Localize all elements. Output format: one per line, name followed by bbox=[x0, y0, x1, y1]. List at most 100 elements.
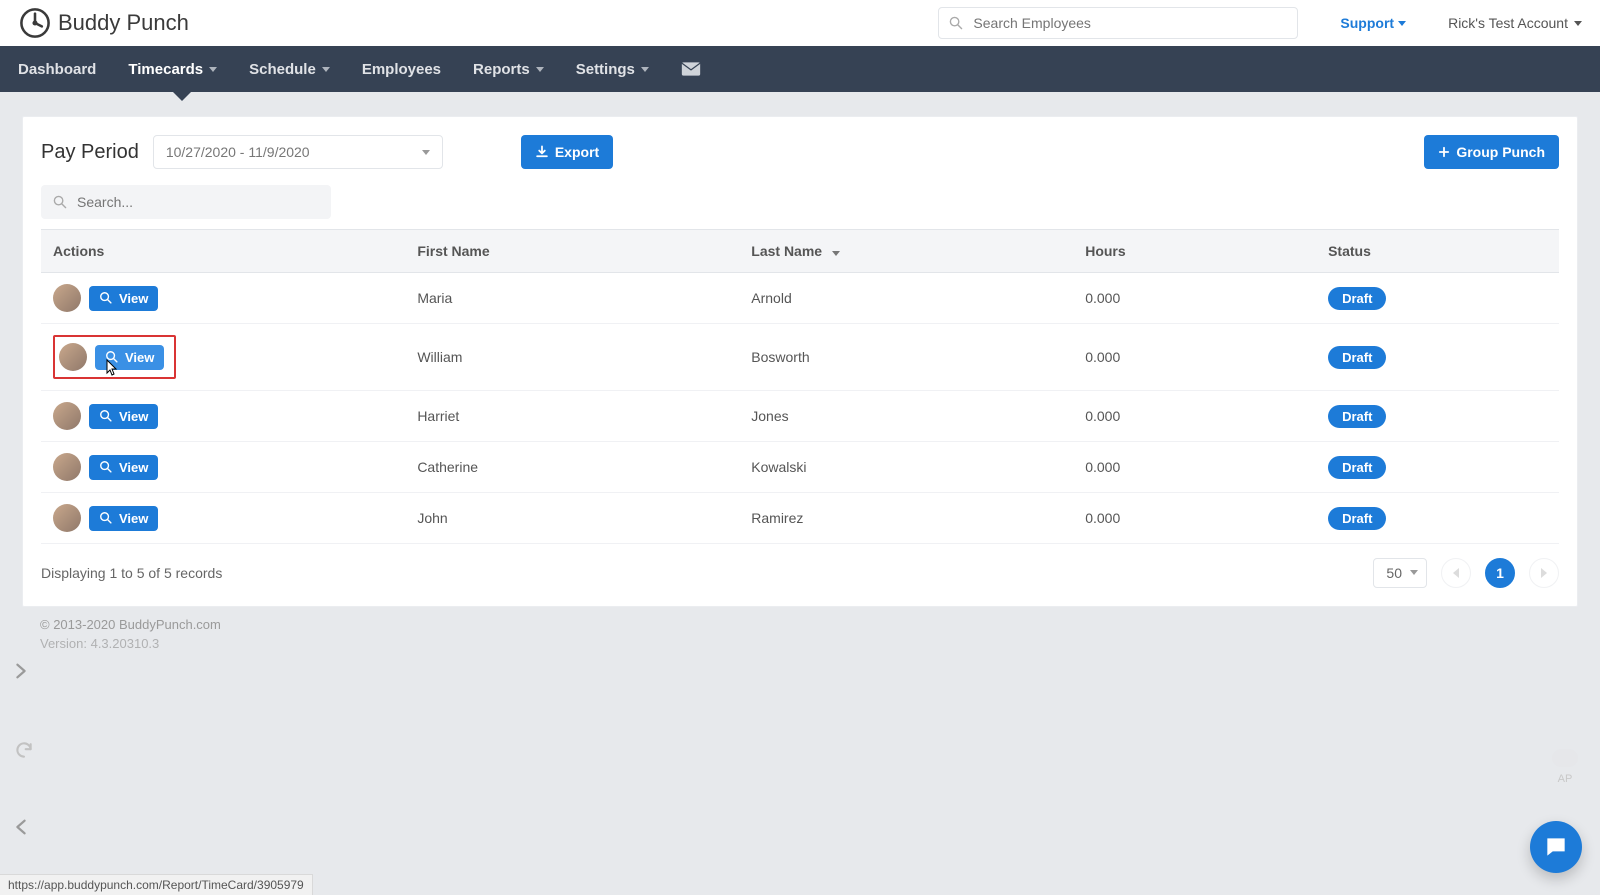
table-row: ViewMariaArnold0.000Draft bbox=[41, 273, 1559, 324]
nav-messages[interactable] bbox=[681, 46, 701, 92]
pay-period-label: Pay Period bbox=[41, 141, 139, 164]
table-search-input[interactable] bbox=[41, 185, 331, 219]
search-icon bbox=[99, 511, 113, 525]
view-button-label: View bbox=[119, 291, 148, 306]
nav-item-timecards[interactable]: Timecards bbox=[128, 46, 217, 92]
avatar bbox=[53, 453, 81, 481]
nav-item-reports[interactable]: Reports bbox=[473, 46, 544, 92]
hours-cell: 0.000 bbox=[1073, 493, 1316, 544]
support-link[interactable]: Support bbox=[1340, 15, 1406, 31]
status-badge: Draft bbox=[1328, 507, 1386, 530]
first-name-cell: Harriet bbox=[405, 391, 739, 442]
support-label: Support bbox=[1340, 15, 1394, 31]
plus-icon bbox=[1438, 146, 1450, 158]
search-icon bbox=[53, 195, 67, 209]
view-button[interactable]: View bbox=[95, 345, 164, 370]
col-status[interactable]: Status bbox=[1316, 230, 1559, 273]
view-button[interactable]: View bbox=[89, 506, 158, 531]
timecards-card: Pay Period 10/27/2020 - 11/9/2020 Export… bbox=[22, 116, 1578, 607]
nav-item-label: Dashboard bbox=[18, 61, 96, 78]
col-last-name[interactable]: Last Name bbox=[739, 230, 1073, 273]
chevron-right-icon bbox=[12, 662, 30, 680]
account-label: Rick's Test Account bbox=[1448, 15, 1568, 31]
last-name-cell: Kowalski bbox=[739, 442, 1073, 493]
hours-cell: 0.000 bbox=[1073, 324, 1316, 391]
side-expand-button[interactable] bbox=[12, 662, 30, 683]
search-employees-field[interactable] bbox=[971, 14, 1287, 32]
col-hours[interactable]: Hours bbox=[1073, 230, 1316, 273]
first-name-cell: John bbox=[405, 493, 739, 544]
chevron-down-icon bbox=[209, 67, 217, 72]
page-prev-button[interactable] bbox=[1441, 558, 1471, 588]
nav-item-label: Timecards bbox=[128, 61, 203, 78]
search-icon bbox=[949, 16, 963, 30]
chevron-down-icon bbox=[322, 67, 330, 72]
last-name-cell: Ramirez bbox=[739, 493, 1073, 544]
search-icon bbox=[99, 291, 113, 305]
nav-item-schedule[interactable]: Schedule bbox=[249, 46, 330, 92]
toolbar: Pay Period 10/27/2020 - 11/9/2020 Export… bbox=[23, 135, 1577, 169]
status-badge: Draft bbox=[1328, 405, 1386, 428]
status-badge: Draft bbox=[1328, 456, 1386, 479]
chevron-down-icon bbox=[422, 150, 430, 155]
view-button[interactable]: View bbox=[89, 455, 158, 480]
chevron-down-icon bbox=[1574, 21, 1582, 26]
col-actions[interactable]: Actions bbox=[41, 230, 405, 273]
nav-item-settings[interactable]: Settings bbox=[576, 46, 649, 92]
page-next-button[interactable] bbox=[1529, 558, 1559, 588]
footer-version: Version: 4.3.20310.3 bbox=[40, 636, 1560, 651]
chevron-down-icon bbox=[641, 67, 649, 72]
sort-asc-icon bbox=[832, 251, 840, 256]
table-row: View JohnRamirez0.000 Draft bbox=[41, 493, 1559, 544]
avatar bbox=[59, 343, 87, 371]
view-button[interactable]: View bbox=[89, 286, 158, 311]
view-button-label: View bbox=[119, 511, 148, 526]
nav-item-label: Settings bbox=[576, 61, 635, 78]
group-punch-button[interactable]: Group Punch bbox=[1424, 135, 1559, 169]
page-size-value: 50 bbox=[1386, 565, 1402, 581]
search-employees-input[interactable] bbox=[938, 7, 1298, 39]
pay-period-value: 10/27/2020 - 11/9/2020 bbox=[166, 144, 310, 160]
refresh-button[interactable] bbox=[14, 740, 34, 763]
page-number-button[interactable]: 1 bbox=[1485, 558, 1515, 588]
highlighted-action: View bbox=[53, 335, 176, 379]
chevron-left-icon bbox=[1453, 568, 1459, 578]
primary-nav: Dashboard Timecards Schedule Employees Repor… bbox=[0, 46, 1600, 92]
chevron-left-icon bbox=[12, 818, 30, 836]
page-size-select[interactable]: 50 bbox=[1373, 558, 1427, 588]
accessibility-widget[interactable]: AP bbox=[1552, 749, 1578, 785]
timecards-table: Actions First Name Last Name Hours Statu… bbox=[41, 229, 1559, 544]
view-button-label: View bbox=[125, 350, 154, 365]
group-punch-label: Group Punch bbox=[1456, 144, 1545, 160]
browser-status-url: https://app.buddypunch.com/Report/TimeCa… bbox=[0, 874, 313, 895]
col-first-name[interactable]: First Name bbox=[405, 230, 739, 273]
view-button-label: View bbox=[119, 409, 148, 424]
avatar bbox=[53, 284, 81, 312]
chevron-down-icon bbox=[1410, 570, 1418, 575]
account-menu[interactable]: Rick's Test Account bbox=[1448, 15, 1582, 31]
export-button[interactable]: Export bbox=[521, 135, 613, 169]
first-name-cell: William bbox=[405, 324, 739, 391]
table-row: ViewCatherineKowalski0.000Draft bbox=[41, 442, 1559, 493]
brand-logo[interactable]: Buddy Punch bbox=[18, 6, 189, 40]
footer-copyright: © 2013-2020 BuddyPunch.com bbox=[40, 617, 1560, 632]
chat-launcher[interactable] bbox=[1530, 821, 1582, 873]
pagination: Displaying 1 to 5 of 5 records 50 1 bbox=[23, 544, 1577, 592]
col-last-name-label: Last Name bbox=[751, 243, 822, 259]
nav-item-employees[interactable]: Employees bbox=[362, 46, 441, 92]
nav-item-label: Schedule bbox=[249, 61, 316, 78]
search-icon bbox=[99, 460, 113, 474]
view-button-label: View bbox=[119, 460, 148, 475]
hours-cell: 0.000 bbox=[1073, 442, 1316, 493]
nav-item-dashboard[interactable]: Dashboard bbox=[18, 46, 96, 92]
chevron-down-icon bbox=[536, 67, 544, 72]
side-collapse-button[interactable] bbox=[12, 818, 30, 839]
view-button[interactable]: View bbox=[89, 404, 158, 429]
pay-period-select[interactable]: 10/27/2020 - 11/9/2020 bbox=[153, 135, 443, 169]
nav-item-label: Reports bbox=[473, 61, 530, 78]
table-search-field[interactable] bbox=[75, 193, 319, 211]
last-name-cell: Arnold bbox=[739, 273, 1073, 324]
chat-icon bbox=[1543, 834, 1569, 860]
brand-name: Buddy Punch bbox=[58, 10, 189, 36]
chevron-down-icon bbox=[1398, 21, 1406, 26]
